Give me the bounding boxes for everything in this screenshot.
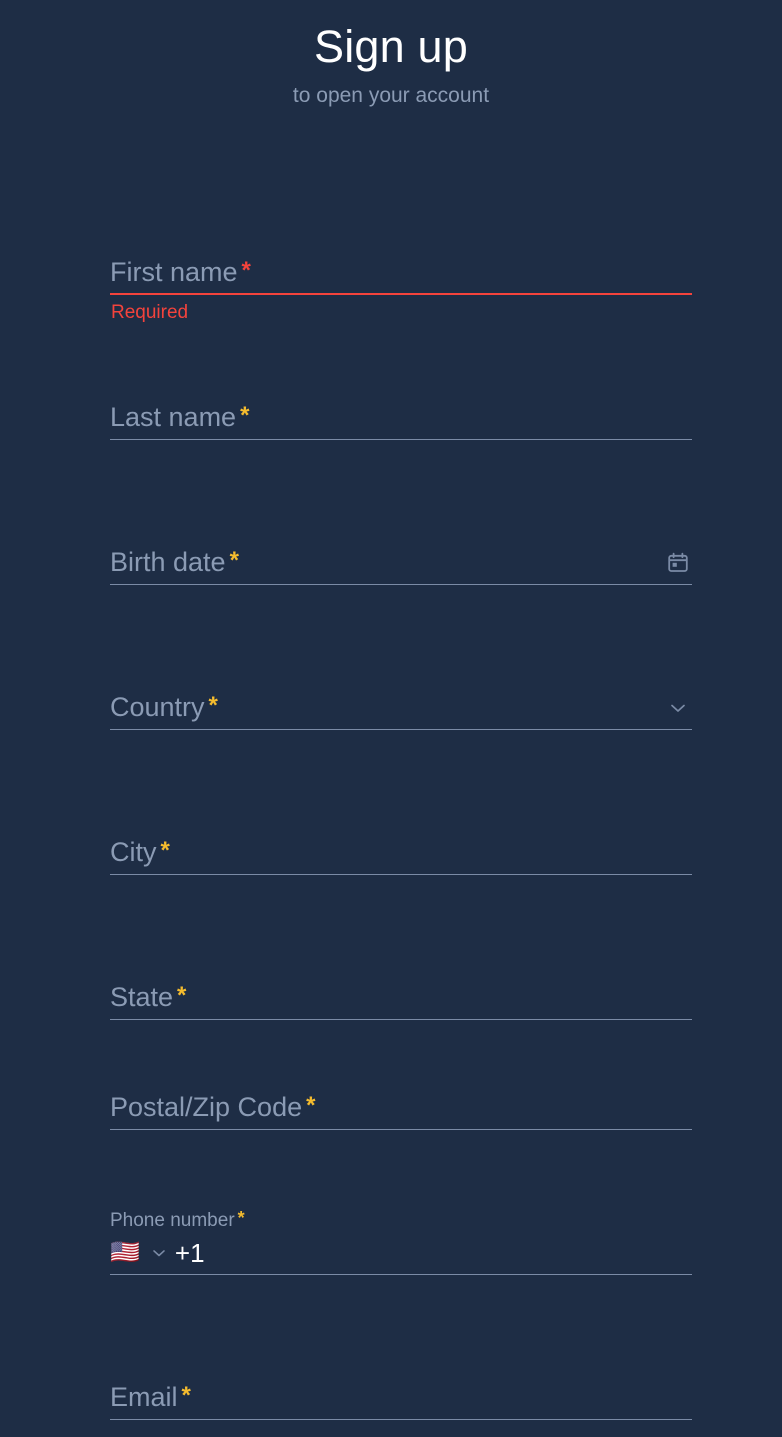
required-asterisk: * bbox=[237, 1208, 245, 1228]
field-birth-date[interactable]: Birth date * bbox=[110, 476, 692, 621]
chevron-down-icon[interactable] bbox=[149, 1243, 169, 1263]
first-name-input[interactable] bbox=[110, 254, 692, 294]
field-phone-number[interactable]: Phone number * 🇺🇸 +1 bbox=[110, 1166, 692, 1311]
postal-code-input[interactable] bbox=[110, 1089, 692, 1129]
field-state[interactable]: State * bbox=[110, 911, 692, 1056]
email-underline bbox=[110, 1419, 692, 1420]
chevron-down-icon[interactable] bbox=[664, 694, 692, 722]
field-last-name[interactable]: Last name * bbox=[110, 331, 692, 476]
phone-number-input[interactable] bbox=[340, 1235, 690, 1271]
calendar-icon[interactable] bbox=[664, 549, 692, 577]
field-city[interactable]: City * bbox=[110, 766, 692, 911]
city-input[interactable] bbox=[110, 834, 692, 874]
phone-number-label-text: Phone number bbox=[110, 1210, 235, 1231]
phone-dial-code: +1 bbox=[174, 1238, 205, 1268]
country-flag-icon: 🇺🇸 bbox=[110, 1239, 140, 1266]
email-input[interactable] bbox=[110, 1379, 692, 1419]
phone-number-underline bbox=[110, 1274, 692, 1275]
phone-number-label: Phone number * bbox=[110, 1206, 245, 1233]
birth-date-input[interactable] bbox=[110, 544, 692, 584]
field-email[interactable]: Email * bbox=[110, 1311, 692, 1437]
phone-country-selector[interactable]: 🇺🇸 +1 bbox=[110, 1235, 205, 1271]
state-underline bbox=[110, 1019, 692, 1020]
page-title: Sign up bbox=[313, 21, 469, 72]
page-header: Sign up to open your account bbox=[0, 0, 782, 111]
birth-date-underline bbox=[110, 584, 692, 585]
field-country[interactable]: Country * bbox=[110, 621, 692, 766]
country-input[interactable] bbox=[110, 689, 692, 729]
country-underline bbox=[110, 729, 692, 730]
city-underline bbox=[110, 874, 692, 875]
last-name-underline bbox=[110, 439, 692, 440]
state-input[interactable] bbox=[110, 979, 692, 1019]
page-subtitle: to open your account bbox=[292, 84, 490, 107]
field-postal-code[interactable]: Postal/Zip Code * bbox=[110, 1056, 692, 1166]
field-first-name[interactable]: First name * Required bbox=[110, 186, 692, 331]
signup-page: Sign up to open your account First name *… bbox=[0, 0, 782, 1437]
last-name-input[interactable] bbox=[110, 399, 692, 439]
first-name-error-message: Required bbox=[111, 302, 189, 323]
signup-form: First name * Required Last name * Birth da… bbox=[110, 186, 692, 1437]
postal-code-underline bbox=[110, 1129, 692, 1130]
first-name-underline bbox=[110, 293, 692, 295]
